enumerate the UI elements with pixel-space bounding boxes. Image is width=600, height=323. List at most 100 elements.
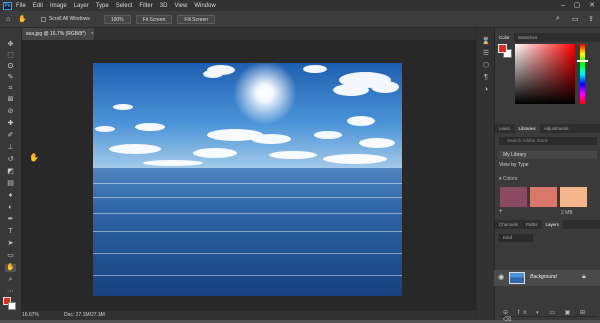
quick-select-icon[interactable]: ✎ <box>5 74 16 82</box>
stamp-icon[interactable]: ⊥ <box>5 144 16 152</box>
add-library-icon[interactable]: + <box>499 209 503 215</box>
tab-layers[interactable]: Layers <box>541 220 564 229</box>
sea-photo <box>93 63 402 296</box>
status-menu-arrow-icon[interactable]: › <box>100 311 102 320</box>
dodge-icon[interactable]: ◐ <box>5 204 16 212</box>
layer-visibility-eye-icon[interactable]: ◉ <box>498 273 504 281</box>
maximize-button[interactable]: ▢ <box>570 0 584 11</box>
library-select[interactable]: My Library <box>499 151 597 159</box>
zoom-level[interactable]: 16.67% <box>22 311 40 320</box>
colors-heading-label: Colors <box>502 176 518 182</box>
share-icon[interactable]: ⇪ <box>588 15 594 23</box>
sea-image-canvas[interactable] <box>93 63 402 296</box>
tab-learn[interactable]: Learn <box>495 124 515 133</box>
history-brush-icon[interactable]: ↺ <box>5 156 16 164</box>
more-icon[interactable]: ⋯ <box>5 288 16 296</box>
paragraph-panel-icon[interactable]: ¶ <box>481 74 491 82</box>
tab-color[interactable]: Color <box>495 33 514 42</box>
frame-icon[interactable]: ⊠ <box>5 96 16 104</box>
properties-panel-icon[interactable]: ☰ <box>481 50 491 58</box>
options-bar: ⌂ ✋ Scroll All Windows 100% Fit Screen F… <box>0 11 600 28</box>
menu-image[interactable]: Image <box>50 3 67 9</box>
fit-screen-button[interactable]: Fit Screen <box>135 14 173 24</box>
adjustments-panel-icon[interactable]: ◑ <box>481 86 491 94</box>
move-icon[interactable]: ✥ <box>5 41 16 49</box>
brush-icon[interactable]: ✐ <box>5 132 16 140</box>
view-by-select[interactable]: View by Type <box>499 162 529 168</box>
eraser-icon[interactable]: ◩ <box>5 168 16 176</box>
layers-panel-tabs: Channels Paths Layers <box>495 220 600 229</box>
hand-tool-icon: ✋ <box>18 16 27 23</box>
hand-icon[interactable]: ✋ <box>5 264 16 272</box>
layer-lock-icon[interactable]: 🔒︎ <box>582 273 586 281</box>
home-icon[interactable]: ⌂ <box>6 16 10 23</box>
library-swatch-3[interactable] <box>560 187 587 207</box>
layer-actions-bar[interactable]: ⊝ fx ◐ ▭ ▣ ⊞ ⌫ <box>503 309 600 323</box>
healing-icon[interactable]: ✚ <box>5 120 16 128</box>
close-button[interactable]: ✕ <box>585 0 599 11</box>
library-name: My Library <box>503 152 527 158</box>
document-tab-title: sea.jpg @ 16.7% (RGB/8*) <box>26 31 86 37</box>
tab-swatches[interactable]: Swatches <box>514 33 542 42</box>
menu-select[interactable]: Select <box>116 3 133 9</box>
lasso-icon[interactable]: ʘ <box>5 63 16 71</box>
tools-panel: ✥ ⬚ ʘ ✎ ⌗ ⊠ ⊘ ✚ ✐ ⊥ ↺ ◩ ▤ ♦ ◐ ✒ T ➤ ▭ ✋ … <box>0 28 22 320</box>
close-tab-icon[interactable]: × <box>91 31 94 37</box>
menu-bar: Ps File Edit Image Layer Type Select Fil… <box>0 0 600 11</box>
app-logo: Ps <box>3 1 12 10</box>
menu-view[interactable]: View <box>174 3 187 9</box>
libraries-panel-tabs: Learn Libraries Adjustments <box>495 124 600 133</box>
layer-row-background[interactable]: ◉ Background 🔒︎ <box>494 270 600 286</box>
menu-type[interactable]: Type <box>96 3 109 9</box>
tab-channels[interactable]: Channels <box>495 220 522 229</box>
type-icon[interactable]: T <box>5 228 16 236</box>
fill-screen-button[interactable]: Fill Screen <box>177 14 216 24</box>
colors-heading[interactable]: ▾ Colors <box>499 176 517 182</box>
zoom-100-button[interactable]: 100% <box>103 14 131 24</box>
library-swatch-2[interactable] <box>530 187 557 207</box>
3d-panel-icon[interactable]: ⬡ <box>481 62 491 70</box>
menu-window[interactable]: Window <box>194 3 215 9</box>
layer-name: Background <box>530 274 557 280</box>
stock-search-input[interactable]: Search Adobe Stock <box>499 137 597 145</box>
layer-thumbnail <box>509 272 525 284</box>
menu-3d[interactable]: 3D <box>160 3 168 9</box>
menu-file[interactable]: File <box>16 3 26 9</box>
tab-libraries[interactable]: Libraries <box>514 124 540 133</box>
document-size: Doc: 27.1M/27.1M <box>64 312 105 318</box>
gradient-icon[interactable]: ▤ <box>5 180 16 188</box>
pen-icon[interactable]: ✒ <box>5 216 16 224</box>
minimize-button[interactable]: – <box>556 0 570 11</box>
zoom-icon[interactable]: ⌕ <box>5 276 16 284</box>
blur-icon[interactable]: ♦ <box>5 192 16 200</box>
menu-filter[interactable]: Filter <box>139 3 152 9</box>
shape-icon[interactable]: ▭ <box>5 252 16 260</box>
layer-kind-filter[interactable]: Kind <box>499 234 533 242</box>
panel-icon-strip: ⌛ ☰ ⬡ ¶ ◑ <box>476 28 494 320</box>
background-color-swatch[interactable] <box>8 302 16 310</box>
tab-paths[interactable]: Paths <box>522 220 542 229</box>
eyedropper-icon[interactable]: ⊘ <box>5 108 16 116</box>
search-icon[interactable]: ⌕ <box>556 15 560 23</box>
history-panel-icon[interactable]: ⌛ <box>481 38 491 46</box>
workspace-icon[interactable]: ▭ <box>572 15 579 23</box>
color-picker-field[interactable] <box>515 44 575 104</box>
library-storage: 2 MB <box>561 210 573 216</box>
status-bar: 16.67% Doc: 27.1M/27.1M › <box>22 311 492 320</box>
path-select-icon[interactable]: ➤ <box>5 240 16 248</box>
library-swatch-1[interactable] <box>500 187 527 207</box>
scroll-all-checkbox[interactable] <box>40 16 46 22</box>
hue-slider-handle[interactable] <box>577 60 588 62</box>
document-tab[interactable]: sea.jpg @ 16.7% (RGB/8*) × <box>22 28 94 40</box>
hue-slider[interactable] <box>580 44 585 104</box>
stock-search-placeholder: Search Adobe Stock <box>507 138 548 143</box>
menu-layer[interactable]: Layer <box>74 3 89 9</box>
menu-edit[interactable]: Edit <box>33 3 43 9</box>
tab-adjustments[interactable]: Adjustments <box>540 124 573 133</box>
layer-kind-label: Kind <box>503 235 513 240</box>
color-panel-foreground[interactable] <box>498 44 507 53</box>
marquee-icon[interactable]: ⬚ <box>5 52 16 60</box>
scroll-all-label: Scroll All Windows <box>48 16 90 22</box>
hand-cursor-icon: ✋ <box>29 153 39 162</box>
crop-icon[interactable]: ⌗ <box>5 85 16 93</box>
